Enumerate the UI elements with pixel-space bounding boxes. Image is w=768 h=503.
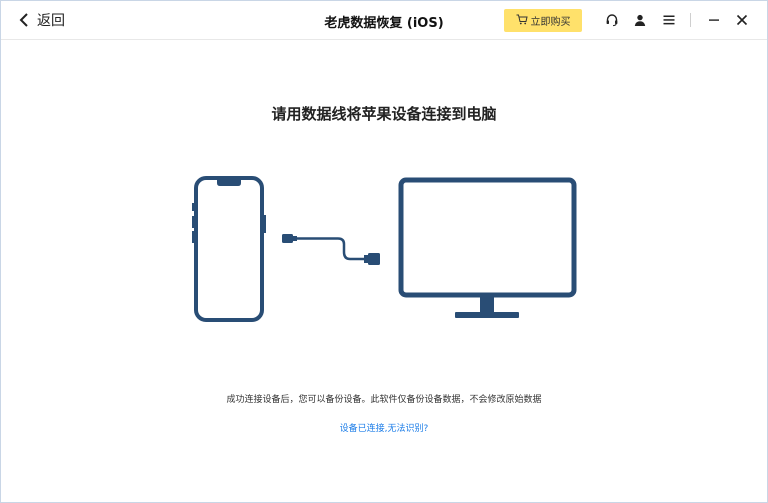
title-bar-divider: [690, 13, 691, 27]
menu-icon[interactable]: [661, 12, 677, 28]
app-title: 老虎数据恢复 (iOS): [324, 16, 444, 31]
phone-illustration: [192, 176, 266, 322]
title-bar: 返回 老虎数据恢复 (iOS) 立即购买: [1, 1, 767, 40]
backup-info-text: 成功连接设备后，您可以备份设备。此软件仅备份设备数据，不会修改原始数据: [226, 395, 542, 405]
connection-illustration: [192, 176, 577, 322]
app-window: 返回 老虎数据恢复 (iOS) 立即购买 请用数据线将苹果设备连接到电脑 成功连…: [0, 0, 768, 503]
buy-now-button[interactable]: 立即购买: [504, 9, 582, 32]
device-not-recognized-link[interactable]: 设备已连接,无法识别?: [1, 421, 767, 434]
chevron-left-icon: [19, 13, 29, 27]
minimize-icon[interactable]: [706, 12, 722, 28]
usb-cable-illustration: [282, 234, 380, 265]
cart-icon: [516, 14, 528, 28]
buy-now-label: 立即购买: [530, 17, 571, 28]
user-icon[interactable]: [632, 12, 648, 28]
connect-instruction-heading: 请用数据线将苹果设备连接到电脑: [271, 105, 497, 123]
back-label: 返回: [37, 13, 65, 29]
headset-icon[interactable]: [604, 12, 620, 28]
close-icon[interactable]: [734, 12, 750, 28]
monitor-illustration: [398, 177, 577, 318]
back-button[interactable]: 返回: [19, 9, 65, 31]
